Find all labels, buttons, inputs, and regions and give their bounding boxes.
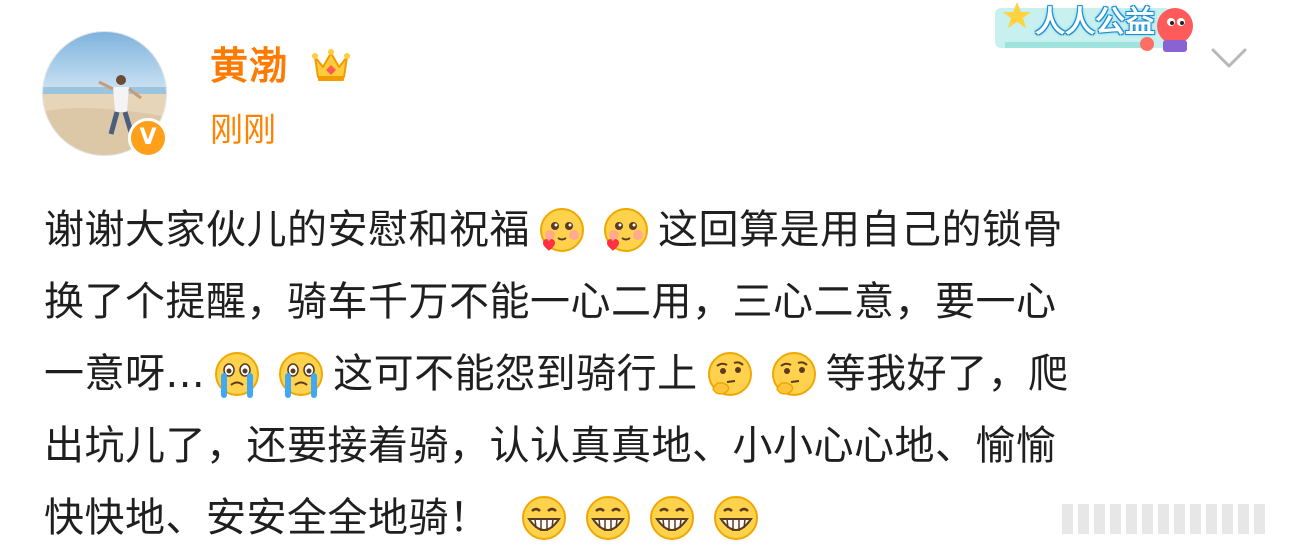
crown-icon <box>312 49 350 81</box>
campaign-label: 人人公益 <box>1035 5 1155 40</box>
post-line: 一意呀... 这可不能怨到骑行上 等我好了，爬 <box>44 338 1259 410</box>
author-name[interactable]: 黄渤 <box>210 40 288 92</box>
grinning-emoji <box>583 493 633 543</box>
post-timestamp[interactable]: 刚刚 <box>210 108 276 152</box>
verified-v-icon: V <box>139 125 157 150</box>
chevron-down-icon[interactable] <box>1207 44 1251 72</box>
crying-emoji <box>276 349 326 399</box>
crying-emoji <box>212 349 262 399</box>
grinning-emoji <box>519 493 569 543</box>
heart-eyes-emoji <box>601 205 651 255</box>
text-segment: 出坑儿了，还要接着骑，认认真真地、小小心心地、愉愉 <box>44 423 1057 469</box>
post-text: 谢谢大家伙儿的安慰和祝福 这回算是用自己的锁骨 换了个提醒，骑车千万不能一心二用… <box>44 194 1259 554</box>
grinning-emoji <box>711 493 761 543</box>
post-line: 谢谢大家伙儿的安慰和祝福 这回算是用自己的锁骨 <box>44 194 1259 266</box>
post-line: 换了个提醒，骑车千万不能一心二用，三心二意，要一心 <box>44 266 1259 338</box>
text-segment: 这可不能怨到骑行上 <box>333 351 698 397</box>
thinking-emoji <box>769 349 819 399</box>
grinning-emoji <box>647 493 697 543</box>
text-segment: 一意呀... <box>44 351 206 397</box>
text-segment: 谢谢大家伙儿的安慰和祝福 <box>44 207 530 253</box>
text-segment: 换了个提醒，骑车千万不能一心二用，三心二意，要一心 <box>44 279 1057 325</box>
verified-badge: V <box>128 118 168 158</box>
text-segment: 快快地、安安全全地骑！ <box>44 495 490 541</box>
heart-eyes-emoji <box>537 205 587 255</box>
watermark <box>1062 504 1282 536</box>
text-segment: 这回算是用自己的锁骨 <box>658 207 1063 253</box>
text-segment: 等我好了，爬 <box>825 351 1069 397</box>
thinking-emoji <box>705 349 755 399</box>
post-line: 出坑儿了，还要接着骑，认认真真地、小小心心地、愉愉 <box>44 410 1259 482</box>
